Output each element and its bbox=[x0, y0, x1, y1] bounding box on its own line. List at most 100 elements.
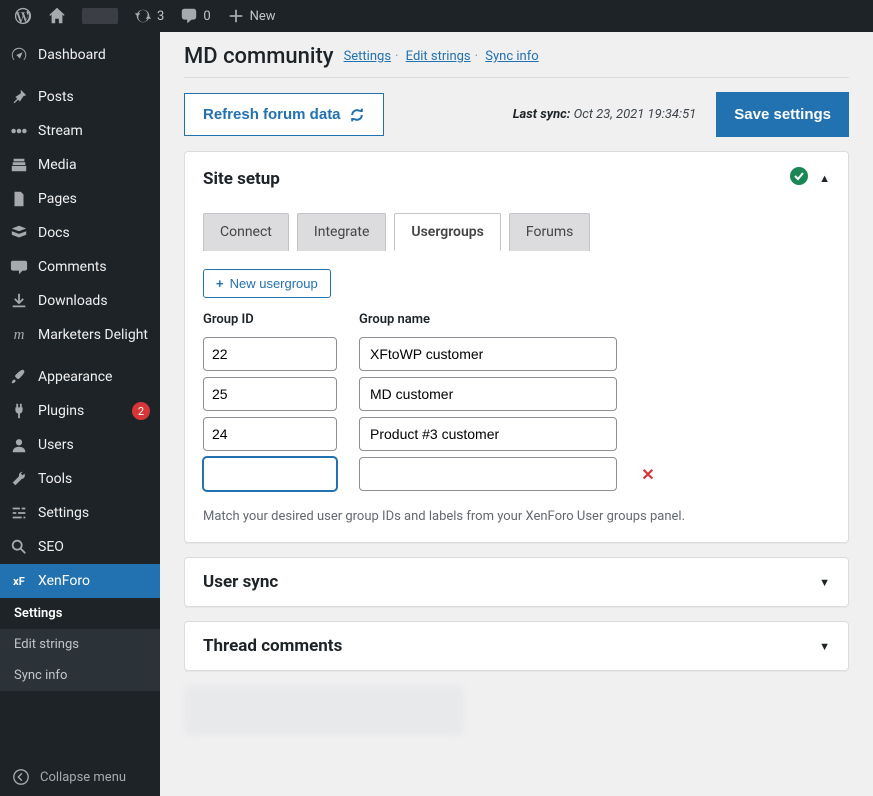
chevron-up-icon: ▲ bbox=[819, 172, 830, 185]
sidebar-item-downloads[interactable]: Downloads bbox=[0, 284, 160, 318]
tab-settings[interactable]: Settings bbox=[344, 49, 391, 64]
sidebar-item-marketers-delight[interactable]: mMarketers Delight bbox=[0, 318, 160, 352]
last-sync-label: Last sync: bbox=[513, 107, 571, 122]
brush-icon bbox=[10, 368, 28, 386]
menu-label: Media bbox=[38, 157, 150, 173]
menu-label: XenForo bbox=[38, 573, 150, 589]
group-id-input[interactable] bbox=[203, 417, 337, 451]
panel-title: Thread comments bbox=[203, 636, 342, 656]
menu-label: Dashboard bbox=[38, 47, 150, 63]
new-usergroup-button[interactable]: + New usergroup bbox=[203, 269, 331, 298]
menu-label: Stream bbox=[38, 123, 150, 139]
sidebar-item-xenforo[interactable]: xFXenForo bbox=[0, 564, 160, 598]
page-header: MD community Settings· Edit strings· Syn… bbox=[184, 44, 849, 78]
group-name-input[interactable] bbox=[359, 337, 617, 371]
group-name-input[interactable] bbox=[359, 417, 617, 451]
new-link[interactable]: New bbox=[219, 0, 284, 32]
menu-label: Marketers Delight bbox=[38, 327, 150, 343]
group-id-input[interactable] bbox=[203, 457, 337, 491]
menu-label: Comments bbox=[38, 259, 150, 275]
refresh-button[interactable]: Refresh forum data bbox=[184, 93, 384, 136]
wp-logo[interactable] bbox=[6, 0, 40, 32]
sidebar-item-media[interactable]: Media bbox=[0, 148, 160, 182]
menu-label: Appearance bbox=[38, 369, 150, 385]
admin-sidebar: Dashboard Posts Stream Media Pages Docs … bbox=[0, 32, 160, 796]
panel-site-setup: Site setup ▲ Connect Integrate Usergroup… bbox=[184, 151, 849, 543]
group-id-input[interactable] bbox=[203, 337, 337, 371]
sidebar-item-plugins[interactable]: Plugins 2 bbox=[0, 394, 160, 428]
submenu-edit-strings[interactable]: Edit strings bbox=[0, 629, 160, 660]
itab-usergroups[interactable]: Usergroups bbox=[394, 213, 500, 251]
sidebar-item-comments[interactable]: Comments bbox=[0, 250, 160, 284]
refresh-label: Refresh forum data bbox=[203, 106, 341, 123]
group-name-input[interactable] bbox=[359, 377, 617, 411]
update-badge: 2 bbox=[132, 402, 150, 420]
tab-sync-info[interactable]: Sync info bbox=[485, 49, 538, 64]
sidebar-item-appearance[interactable]: Appearance bbox=[0, 360, 160, 394]
pin-icon bbox=[10, 88, 28, 106]
docs-icon bbox=[10, 224, 28, 242]
menu-label: Users bbox=[38, 437, 150, 453]
refresh-icon bbox=[134, 7, 152, 25]
home-link[interactable] bbox=[40, 0, 74, 32]
itab-forums[interactable]: Forums bbox=[509, 213, 591, 251]
delete-icon[interactable]: ✕ bbox=[639, 465, 657, 484]
main-content: MD community Settings· Edit strings· Syn… bbox=[160, 32, 873, 796]
last-sync-value: Oct 23, 2021 19:34:51 bbox=[574, 107, 697, 122]
page-title: MD community bbox=[184, 44, 334, 69]
itab-integrate[interactable]: Integrate bbox=[297, 213, 387, 251]
panel-header-site-setup[interactable]: Site setup ▲ bbox=[185, 152, 848, 205]
updates-link[interactable]: 3 bbox=[126, 0, 172, 32]
usergroup-row bbox=[203, 337, 830, 371]
menu-label: Posts bbox=[38, 89, 150, 105]
media-icon bbox=[10, 156, 28, 174]
usergroup-row bbox=[203, 417, 830, 451]
users-icon bbox=[10, 436, 28, 454]
group-name-input[interactable] bbox=[359, 457, 617, 491]
collapse-menu[interactable]: Collapse menu bbox=[0, 758, 160, 796]
panel-title: Site setup bbox=[203, 169, 280, 189]
submenu-settings[interactable]: Settings bbox=[0, 598, 160, 629]
plus-icon: + bbox=[216, 276, 224, 291]
comment-icon bbox=[180, 7, 198, 25]
menu-label: Settings bbox=[38, 505, 150, 521]
save-button[interactable]: Save settings bbox=[716, 92, 849, 137]
itab-connect[interactable]: Connect bbox=[203, 213, 289, 251]
menu-label: Tools bbox=[38, 471, 150, 487]
submenu: Settings Edit strings Sync info bbox=[0, 598, 160, 691]
refresh-icon bbox=[349, 107, 365, 123]
usergroup-columns: Group ID Group name bbox=[203, 308, 830, 331]
menu-label: Plugins bbox=[38, 403, 122, 419]
sidebar-item-posts[interactable]: Posts bbox=[0, 80, 160, 114]
sidebar-item-pages[interactable]: Pages bbox=[0, 182, 160, 216]
panel-user-sync: User sync ▼ bbox=[184, 557, 849, 607]
sidebar-item-dashboard[interactable]: Dashboard bbox=[0, 38, 160, 72]
group-id-input[interactable] bbox=[203, 377, 337, 411]
settings-icon bbox=[10, 504, 28, 522]
header-tabs: Settings· Edit strings· Sync info bbox=[344, 49, 539, 64]
panel-header-user-sync[interactable]: User sync ▼ bbox=[185, 558, 848, 606]
sidebar-item-seo[interactable]: SEO bbox=[0, 530, 160, 564]
menu-label: Docs bbox=[38, 225, 150, 241]
sidebar-item-tools[interactable]: Tools bbox=[0, 462, 160, 496]
plus-icon bbox=[227, 7, 245, 25]
usergroup-row: ✕ bbox=[203, 457, 830, 491]
sidebar-item-stream[interactable]: Stream bbox=[0, 114, 160, 148]
sidebar-item-settings[interactable]: Settings bbox=[0, 496, 160, 530]
sidebar-item-users[interactable]: Users bbox=[0, 428, 160, 462]
site-name[interactable] bbox=[74, 0, 126, 32]
tab-edit-strings[interactable]: Edit strings bbox=[406, 49, 471, 64]
check-icon bbox=[789, 166, 809, 191]
comments-link[interactable]: 0 bbox=[172, 0, 218, 32]
chevron-down-icon: ▼ bbox=[819, 640, 830, 653]
chevron-down-icon: ▼ bbox=[819, 576, 830, 589]
panel-header-thread-comments[interactable]: Thread comments ▼ bbox=[185, 622, 848, 670]
dashboard-icon bbox=[10, 46, 28, 64]
stream-icon bbox=[10, 122, 28, 140]
panel-thread-comments: Thread comments ▼ bbox=[184, 621, 849, 671]
downloads-icon bbox=[10, 292, 28, 310]
submenu-sync-info[interactable]: Sync info bbox=[0, 660, 160, 691]
home-icon bbox=[48, 7, 66, 25]
sidebar-item-docs[interactable]: Docs bbox=[0, 216, 160, 250]
blurred-footer bbox=[184, 685, 464, 735]
